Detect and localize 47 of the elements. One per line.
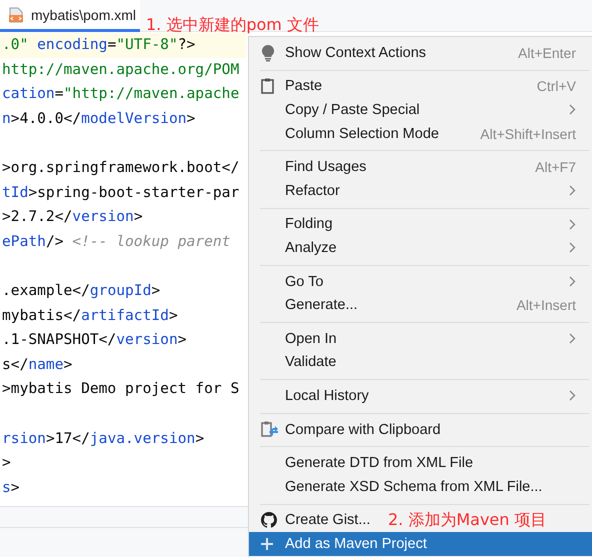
menu-item[interactable]: Generate XSD Schema from XML File... [249,474,558,498]
menu-item[interactable]: Paste Ctrl+V [249,74,592,98]
code-line: >2.7.2</version> [1,207,144,228]
code-line: .1-SNAPSHOT</version> [1,330,188,350]
shortcut-label: Alt+F7 [535,159,576,176]
annotation-text: 2. 添加为Maven 项目 [388,510,546,531]
menu-item[interactable]: Show Context Actions Alt+Enter [249,41,592,65]
shortcut-label: Alt+Shift+Insert [480,126,576,142]
menu-item[interactable]: Validate [249,350,352,374]
code-line: > [1,453,12,474]
menu-item[interactable]: Generate... Alt+Insert [249,293,592,317]
menu-item[interactable]: Find Usages Alt+F7 [249,155,592,179]
menu-item[interactable]: Copy / Paste Special [249,98,592,122]
code-line: s> [1,478,21,498]
compare-icon [261,420,279,439]
code-line: rsion>17</java.version> [1,428,206,448]
annotation-text: 1. 选中新建的pom 文件 [146,15,319,36]
code-line: >mybatis Demo project for S [1,379,240,400]
plus-icon [261,538,273,550]
github-icon [261,512,277,528]
code-line: >org.springframework.boot</ [1,158,240,178]
menu-item[interactable]: Create Gist... [249,508,386,532]
menu-item[interactable]: Folding [249,212,592,236]
code-line: ePath/> <!-- lookup parent [1,232,232,252]
code-line: cation="http://maven.apache [1,84,240,104]
menu-item[interactable]: Column Selection Mode Alt+Shift+Insert [249,122,592,146]
menu-item[interactable]: Go To [249,270,592,294]
menu-item[interactable]: Generate DTD from XML File [249,451,490,475]
code-line: .example</groupId> [1,280,162,301]
clipboard-icon [261,78,274,94]
code-line: mybatis</artifactId> [1,306,179,326]
code-line: http://maven.apache.org/POM [1,60,240,80]
code-line: s</name> [1,354,74,375]
code-line: n>4.0.0</modelVersion> [1,108,196,129]
shortcut-label: Alt+Enter [518,44,576,61]
menu-item[interactable]: Analyze [249,236,592,260]
menu-item[interactable]: Refactor [249,178,592,203]
menu-item[interactable]: Local History [249,384,592,408]
menu-item[interactable]: Add as Maven Project [249,532,592,556]
editor-tab[interactable]: mybatis\pom.xml [0,0,140,32]
shortcut-label: Alt+Insert [516,297,576,314]
menu-item[interactable]: Compare with Clipboard [249,418,457,442]
menu-item[interactable]: Open In [249,326,592,351]
lightbulb-icon [261,44,275,62]
code-line: tId>spring-boot-starter-par [1,182,240,203]
xml-file-icon [8,6,24,22]
shortcut-label: Ctrl+V [536,78,576,94]
